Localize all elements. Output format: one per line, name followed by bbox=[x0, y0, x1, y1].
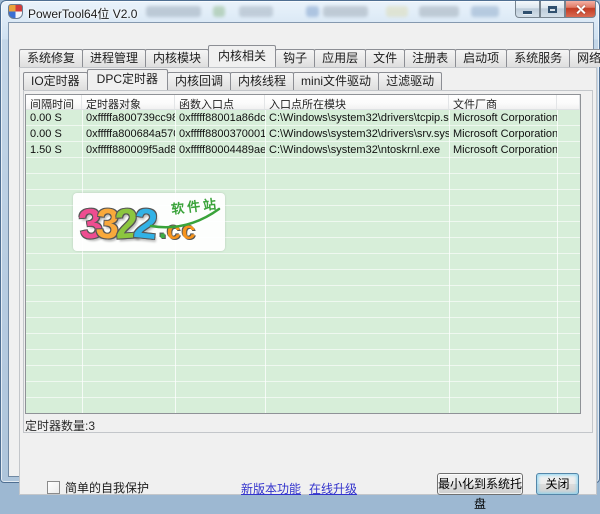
main-tab[interactable]: 系统修复 bbox=[19, 49, 84, 67]
column-header[interactable]: 文件厂商 bbox=[449, 95, 557, 109]
watermark-logo: 3 3 2 2. cc 软件站 bbox=[73, 193, 225, 251]
sub-tab[interactable]: 内核回调 bbox=[167, 72, 232, 90]
titlebar-glass-reflection bbox=[239, 6, 273, 17]
column-header[interactable]: 间隔时间 bbox=[26, 95, 82, 109]
table-body: 0.00 S 0xfffffa800739cc98 0xfffff88001a86d… bbox=[26, 110, 580, 413]
titlebar-glass-reflection bbox=[213, 6, 225, 17]
self-protect-label: 简单的自我保护 bbox=[65, 481, 150, 495]
table-cell: 0xfffffa800684a570 bbox=[86, 128, 175, 140]
table-cell: C:\Windows\system32\ntoskrnl.exe bbox=[269, 144, 441, 156]
app-icon bbox=[8, 4, 23, 19]
watermark-swoosh bbox=[149, 207, 221, 229]
titlebar-glass-reflection bbox=[306, 6, 319, 17]
table-cell: C:\Windows\system32\drivers\tcpip.sys bbox=[269, 112, 449, 124]
sub-tab[interactable]: IO定时器 bbox=[23, 72, 88, 90]
client-area: 系统修复进程管理内核模块内核相关钩子应用层文件注册表启动项系统服务网络硬件温度检… bbox=[9, 23, 600, 511]
titlebar-glass-reflection bbox=[146, 6, 201, 17]
self-protect-row: 简单的自我保护 bbox=[47, 479, 149, 496]
table-cell bbox=[557, 110, 580, 126]
minimize-to-tray-button[interactable]: 最小化到系统托盘 bbox=[437, 473, 523, 511]
sub-tab[interactable]: 过滤驱动 bbox=[378, 72, 443, 90]
main-tab[interactable]: 应用层 bbox=[314, 49, 367, 67]
window-controls bbox=[515, 1, 596, 18]
main-tab[interactable]: 网络 bbox=[569, 49, 600, 67]
sub-tab[interactable]: DPC定时器 bbox=[86, 69, 169, 90]
minimize-icon bbox=[523, 10, 532, 14]
new-version-link[interactable]: 新版本功能 bbox=[241, 482, 301, 496]
close-button[interactable] bbox=[565, 1, 596, 18]
close-icon bbox=[575, 4, 586, 15]
window-title: PowerTool64位 V2.0 bbox=[28, 7, 138, 21]
table-cell: 0xfffff88003700010 bbox=[179, 128, 265, 140]
table-cell bbox=[557, 142, 580, 158]
table-row[interactable]: 0.00 S 0xfffffa800684a570 0xfffff880037000… bbox=[26, 126, 580, 142]
column-header[interactable]: 函数入口点 bbox=[175, 95, 265, 109]
titlebar-glass-reflection bbox=[419, 6, 459, 17]
table-cell: Microsoft Corporation bbox=[453, 112, 557, 124]
table-cell: 0xfffffa800739cc98 bbox=[86, 112, 175, 124]
table-cell: 0xfffff80004489ae0 bbox=[179, 144, 265, 156]
online-upgrade-link[interactable]: 在线升级 bbox=[309, 482, 357, 496]
table-cell: 0.00 S bbox=[30, 112, 62, 124]
table-row[interactable]: 1.50 S 0xfffff880009f5ad8 0xfffff80004489a… bbox=[26, 142, 580, 158]
table-header-row: 间隔时间 定时器对象 函数入口点 入口点所在模块 文件厂商 bbox=[26, 95, 580, 110]
main-tab[interactable]: 文件 bbox=[365, 49, 406, 67]
table-row[interactable]: 0.00 S 0xfffffa800739cc98 0xfffff88001a86d… bbox=[26, 110, 580, 126]
table-cell: 0xfffff88001a86dc0 bbox=[179, 112, 265, 124]
main-tab[interactable]: 内核相关 bbox=[208, 45, 277, 67]
minimize-button[interactable] bbox=[515, 1, 540, 18]
titlebar-glass-reflection bbox=[386, 6, 408, 17]
titlebar-glass-reflection bbox=[323, 6, 368, 17]
column-header[interactable]: 入口点所在模块 bbox=[265, 95, 449, 109]
app-window: PowerTool64位 V2.0 系统修复 进程管理 内核模块 内核相关 钩子 应用层文… bbox=[0, 0, 600, 511]
main-tab[interactable]: 启动项 bbox=[455, 49, 508, 67]
sub-tab-bar: IO定时器 DPC定时器 内核回调 内核线程 mini文件驱动 过滤驱动 bbox=[23, 69, 443, 90]
table-cell: 1.50 S bbox=[30, 144, 62, 156]
main-tab[interactable]: 内核模块 bbox=[145, 49, 210, 67]
main-tab[interactable]: 系统服务 bbox=[506, 49, 571, 67]
table-cell: 0.00 S bbox=[30, 128, 62, 140]
titlebar-glass-reflection bbox=[471, 6, 499, 17]
sub-tab[interactable]: 内核线程 bbox=[230, 72, 295, 90]
table-cell: Microsoft Corporation bbox=[453, 144, 557, 156]
column-header[interactable]: 定时器对象 bbox=[82, 95, 175, 109]
status-text: 定时器数量:3 bbox=[25, 419, 96, 433]
dpc-timer-table: 间隔时间 定时器对象 函数入口点 入口点所在模块 文件厂商 0.00 S 0xfffffa… bbox=[25, 94, 581, 414]
column-header[interactable] bbox=[557, 95, 580, 109]
maximize-button[interactable] bbox=[540, 1, 565, 18]
title-bar[interactable]: PowerTool64位 V2.0 bbox=[1, 1, 600, 23]
table-cell: Microsoft Corporation bbox=[453, 128, 557, 140]
table-cell: 0xfffff880009f5ad8 bbox=[86, 144, 175, 156]
table-cell bbox=[557, 126, 580, 142]
sub-tab[interactable]: mini文件驱动 bbox=[293, 72, 380, 90]
maximize-icon bbox=[548, 5, 557, 13]
main-tab[interactable]: 进程管理 bbox=[82, 49, 147, 67]
table-cell: C:\Windows\system32\drivers\srv.sys bbox=[269, 128, 449, 140]
main-tab[interactable]: 注册表 bbox=[404, 49, 457, 67]
close-dialog-button[interactable]: 关闭 bbox=[536, 473, 579, 495]
main-tab[interactable]: 钩子 bbox=[275, 49, 316, 67]
main-tab-bar: 系统修复进程管理内核模块内核相关钩子应用层文件注册表启动项系统服务网络硬件温度检… bbox=[19, 45, 600, 67]
